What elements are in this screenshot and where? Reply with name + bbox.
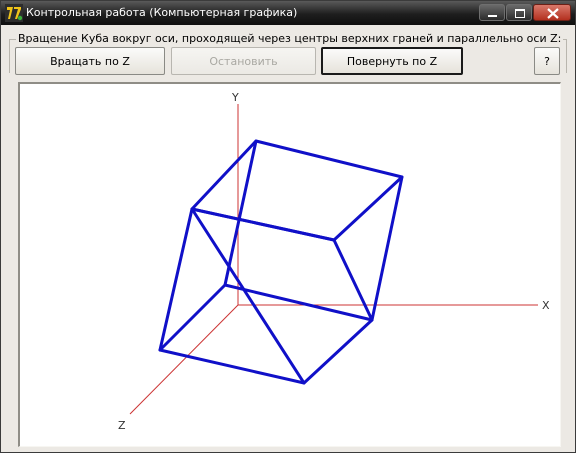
minimize-icon bbox=[488, 15, 497, 17]
maximize-button[interactable] bbox=[506, 4, 532, 21]
cube-hidden-edge bbox=[223, 283, 374, 322]
rotate-z-button[interactable]: Вращать по Z bbox=[15, 47, 165, 75]
minimize-button[interactable] bbox=[479, 4, 505, 21]
x-axis-label: X bbox=[542, 299, 550, 312]
turn-z-button[interactable]: Повернуть по Z bbox=[321, 47, 463, 75]
cube-hidden-edge bbox=[223, 139, 258, 287]
app-window: Контрольная работа (Компьютерная графика… bbox=[0, 0, 576, 453]
title-bar[interactable]: Контрольная работа (Компьютерная графика… bbox=[1, 1, 575, 25]
delphi-app-icon bbox=[5, 4, 23, 22]
cube-edge bbox=[370, 175, 404, 322]
help-button[interactable]: ? bbox=[534, 47, 560, 75]
cube-top-face bbox=[190, 139, 404, 242]
z-axis-label: Z bbox=[118, 419, 126, 432]
maximize-icon bbox=[515, 9, 525, 18]
group-box-caption: Вращение Куба вокруг оси, проходящей чер… bbox=[16, 32, 564, 46]
cube-hidden-edge bbox=[158, 283, 227, 352]
drawing-canvas[interactable]: Y X Z bbox=[18, 82, 561, 447]
cube-front-face bbox=[190, 207, 374, 385]
window-title: Контрольная работа (Компьютерная графика… bbox=[26, 6, 298, 19]
y-axis-label: Y bbox=[231, 91, 239, 104]
z-axis bbox=[129, 304, 239, 415]
cube-edge bbox=[158, 207, 194, 352]
close-icon bbox=[547, 8, 559, 19]
cube-edge bbox=[158, 348, 306, 385]
close-button[interactable] bbox=[533, 4, 571, 21]
stop-button[interactable]: Остановить bbox=[171, 47, 316, 75]
cube-scene: Y X Z bbox=[118, 91, 550, 432]
